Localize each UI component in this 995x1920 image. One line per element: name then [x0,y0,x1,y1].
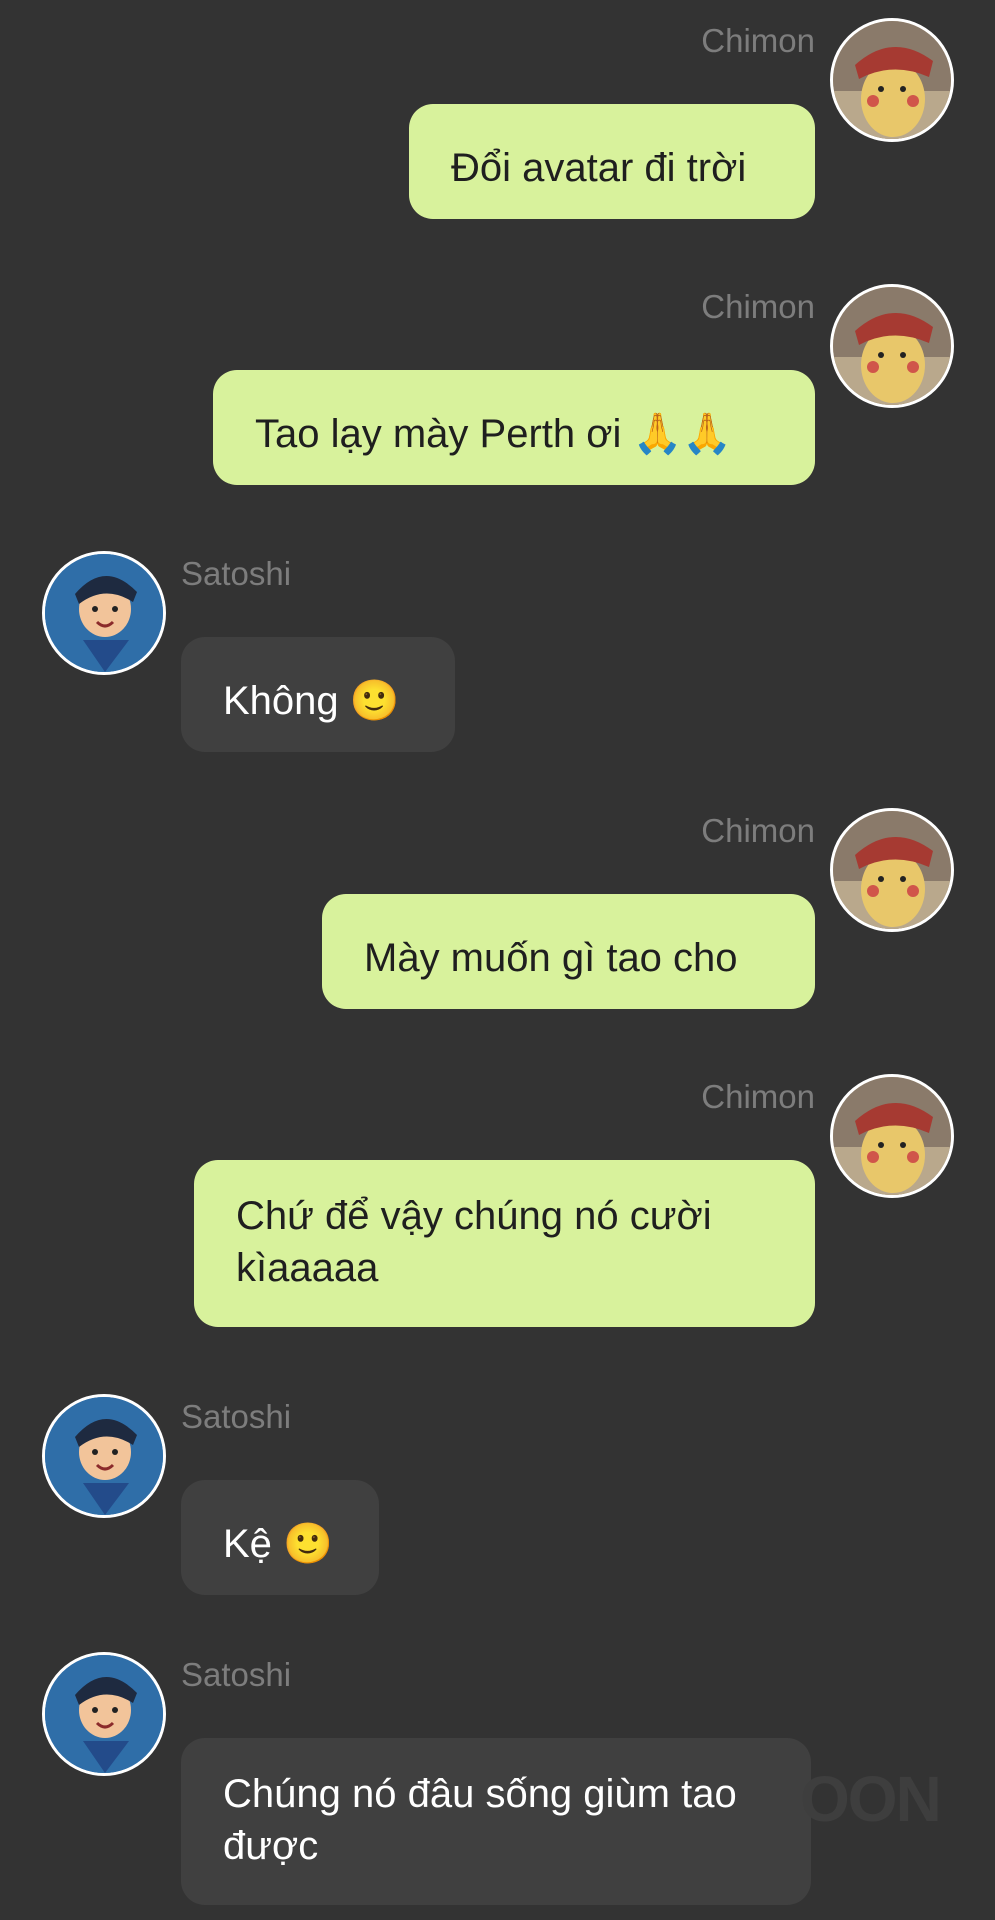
message-text: Tao lạy mày Perth ơi 🙏🙏 [255,412,733,456]
message-text: Không 🙂 [223,679,400,723]
watermark-logo: OON [800,1763,942,1835]
pikachu-avatar-icon[interactable] [830,18,954,142]
message-bubble[interactable]: Chứ để vậy chúng nó cười kìaaaaa [194,1160,815,1327]
sender-name: Chimon [701,288,815,325]
sender-name: Satoshi [181,1398,292,1435]
message-bubble[interactable]: Không 🙂 [181,637,455,752]
pikachu-avatar-icon[interactable] [830,1074,954,1198]
message-outgoing: Chimon Đổi avatar đi trời [0,2,995,222]
sender-name: Satoshi [181,1656,292,1693]
sender-name: Satoshi [181,555,292,592]
message-text: Chúng nó đâu sống giùm tao được [223,1772,737,1868]
message-text: Chứ để vậy chúng nó cười kìaaaaa [236,1194,712,1290]
pikachu-avatar-icon[interactable] [830,284,954,408]
message-bubble[interactable]: Kệ 🙂 [181,1480,379,1595]
message-incoming: Satoshi Không 🙂 [0,535,995,755]
message-bubble[interactable]: Đổi avatar đi trời [409,104,815,219]
chat-thread: Chimon Đổi avatar đi trời Chimon Tao lạy… [0,0,995,1920]
ash-avatar-icon[interactable] [42,1394,166,1518]
ash-avatar-icon[interactable] [42,1652,166,1776]
message-outgoing: Chimon Chứ để vậy chúng nó cười kìaaaaa [0,1058,995,1338]
ash-avatar-icon[interactable] [42,551,166,675]
message-bubble[interactable]: Mày muốn gì tao cho [322,894,815,1009]
message-bubble[interactable]: Chúng nó đâu sống giùm tao được [181,1738,811,1905]
message-bubble[interactable]: Tao lạy mày Perth ơi 🙏🙏 [213,370,815,485]
message-outgoing: Chimon Tao lạy mày Perth ơi 🙏🙏 [0,268,995,488]
message-text: Đổi avatar đi trời [451,146,747,190]
message-outgoing: Chimon Mày muốn gì tao cho [0,792,995,1012]
pikachu-avatar-icon[interactable] [830,808,954,932]
sender-name: Chimon [701,1078,815,1115]
message-text: Mày muốn gì tao cho [364,936,738,980]
message-incoming: Satoshi Kệ 🙂 [0,1378,995,1598]
sender-name: Chimon [701,812,815,849]
message-text: Kệ 🙂 [223,1522,333,1566]
sender-name: Chimon [701,22,815,59]
